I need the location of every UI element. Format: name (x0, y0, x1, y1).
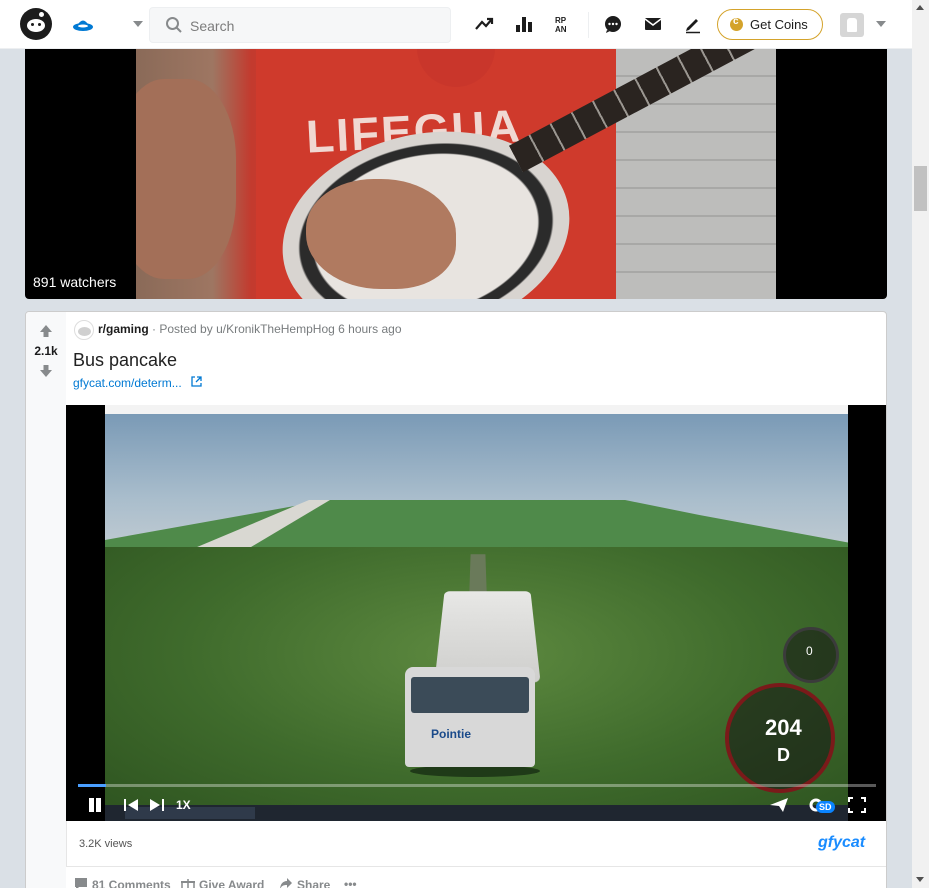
svg-text:AN: AN (555, 25, 567, 34)
reddit-logo[interactable] (20, 8, 52, 40)
create-post-icon[interactable] (683, 14, 703, 34)
gift-icon (181, 879, 195, 888)
comments-button[interactable]: 81 Comments (74, 877, 171, 888)
comment-icon (75, 878, 87, 888)
gear-readout: D (777, 745, 790, 765)
strumming-hand (306, 179, 456, 289)
comments-label: 81 Comments (92, 878, 171, 888)
pause-button[interactable] (87, 797, 103, 813)
watchers-count: 891 watchers (33, 274, 117, 290)
posted-by-prefix: · Posted by (152, 322, 213, 336)
external-link-icon[interactable] (191, 376, 202, 387)
page-scrollbar[interactable] (912, 0, 929, 888)
post-card[interactable]: 2.1k r/gaming · Posted by u/KronikTheHem… (25, 311, 887, 888)
frame-back-icon[interactable] (124, 797, 142, 813)
view-count: 3.2K views (79, 838, 133, 850)
video-frame[interactable]: Pointie 204 D (105, 405, 848, 821)
bus-logo: Pointie (431, 727, 472, 741)
frame-forward-icon[interactable] (148, 797, 166, 813)
search-placeholder[interactable]: Search (190, 18, 234, 34)
windows-taskbar (105, 805, 848, 821)
rpm-gauge (783, 627, 839, 683)
coin-icon (730, 16, 743, 31)
give-award-button[interactable]: Give Award (181, 877, 264, 888)
community-dropdown-caret-icon[interactable] (133, 21, 143, 27)
author-link[interactable]: u/KronikTheHempHog (216, 322, 335, 336)
live-stream-card[interactable]: LIFEGUA 891 watchers (25, 49, 887, 299)
subreddit-link[interactable]: r/gaming (98, 322, 149, 336)
share-arrow-icon (280, 878, 292, 888)
share-label: Share (297, 878, 331, 888)
give-award-label: Give Award (199, 878, 265, 888)
vote-column: 2.1k (26, 312, 66, 888)
game-window-titlebar (105, 405, 848, 414)
quality-badge[interactable]: SD (816, 801, 835, 813)
rpan-icon[interactable]: RP AN (554, 14, 574, 34)
video-player[interactable]: Pointie 204 D 1X SD (66, 405, 886, 821)
stream-arm (136, 79, 236, 279)
user-avatar[interactable] (840, 13, 864, 37)
svg-text:RP: RP (555, 16, 567, 25)
share-button[interactable]: Share (279, 877, 330, 888)
bus-rear-window (411, 677, 529, 713)
post-title[interactable]: Bus pancake (73, 350, 177, 371)
scroll-thumb[interactable] (914, 166, 927, 211)
subreddit-avatar-icon[interactable] (74, 320, 94, 340)
video-progress-fill (78, 784, 106, 787)
game-road (469, 554, 487, 593)
stream-video-frame[interactable]: LIFEGUA (136, 49, 776, 299)
upvote-arrow-icon[interactable] (39, 324, 53, 338)
post-meta: r/gaming · Posted by u/KronikTheHempHog … (98, 322, 402, 336)
popular-icon[interactable] (474, 14, 494, 34)
logo-face (27, 19, 45, 32)
send-icon[interactable] (769, 797, 789, 813)
scroll-down-arrow-icon[interactable] (916, 877, 924, 882)
speed-readout: 204 (765, 715, 802, 740)
fullscreen-icon[interactable] (848, 797, 866, 813)
logo-antenna (39, 12, 44, 17)
mail-icon[interactable] (643, 14, 663, 34)
search-icon (166, 17, 182, 33)
search-bar[interactable]: Search (149, 7, 451, 43)
downvote-arrow-icon[interactable] (39, 364, 53, 378)
post-time[interactable]: 6 hours ago (338, 322, 401, 336)
post-external-link[interactable]: gfycat.com/determ... (73, 376, 182, 390)
gfycat-logo[interactable]: gfycat (818, 834, 865, 852)
post-action-bar: 81 Comments Give Award Share ••• (66, 872, 886, 888)
get-coins-button[interactable]: Get Coins (717, 9, 823, 40)
media-footer: 3.2K views gfycat (66, 821, 886, 867)
chat-icon[interactable] (603, 14, 623, 34)
community-ufo-icon[interactable] (72, 13, 94, 35)
top-header: Search RP AN Get Coins (0, 0, 912, 49)
scroll-up-arrow-icon[interactable] (916, 5, 924, 10)
vote-count: 2.1k (34, 344, 58, 358)
header-divider (588, 12, 589, 38)
video-progress-bar[interactable] (78, 784, 876, 787)
get-coins-label: Get Coins (750, 17, 808, 32)
user-menu-caret-icon[interactable] (876, 21, 886, 27)
more-options-button[interactable]: ••• (344, 877, 357, 888)
playback-rate-button[interactable]: 1X (176, 798, 191, 812)
leaderboard-icon[interactable] (514, 14, 534, 34)
